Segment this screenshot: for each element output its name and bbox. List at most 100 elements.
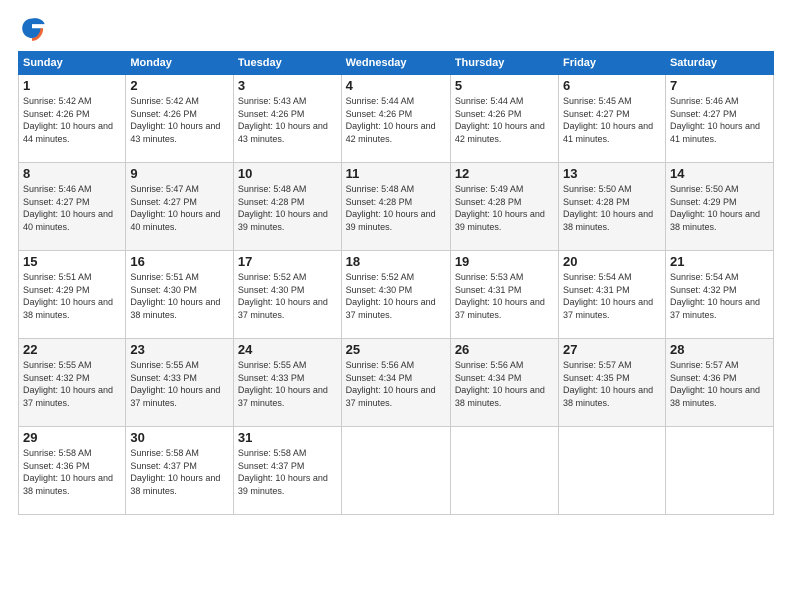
day-info: Sunrise: 5:51 AMSunset: 4:30 PMDaylight:… [130,272,220,320]
day-number: 4 [346,78,446,93]
calendar-cell: 11 Sunrise: 5:48 AMSunset: 4:28 PMDaylig… [341,163,450,251]
day-number: 27 [563,342,661,357]
day-info: Sunrise: 5:42 AMSunset: 4:26 PMDaylight:… [130,96,220,144]
calendar-cell: 17 Sunrise: 5:52 AMSunset: 4:30 PMDaylig… [233,251,341,339]
day-info: Sunrise: 5:43 AMSunset: 4:26 PMDaylight:… [238,96,328,144]
day-number: 15 [23,254,121,269]
day-number: 13 [563,166,661,181]
day-info: Sunrise: 5:44 AMSunset: 4:26 PMDaylight:… [346,96,436,144]
day-number: 11 [346,166,446,181]
day-number: 12 [455,166,554,181]
day-number: 6 [563,78,661,93]
calendar-header-cell: Saturday [665,52,773,75]
day-info: Sunrise: 5:49 AMSunset: 4:28 PMDaylight:… [455,184,545,232]
header [18,15,774,43]
page: SundayMondayTuesdayWednesdayThursdayFrid… [0,0,792,612]
day-info: Sunrise: 5:48 AMSunset: 4:28 PMDaylight:… [346,184,436,232]
day-number: 7 [670,78,769,93]
calendar-cell: 16 Sunrise: 5:51 AMSunset: 4:30 PMDaylig… [126,251,234,339]
calendar-week-row: 8 Sunrise: 5:46 AMSunset: 4:27 PMDayligh… [19,163,774,251]
calendar-cell: 21 Sunrise: 5:54 AMSunset: 4:32 PMDaylig… [665,251,773,339]
logo-icon [18,15,46,43]
calendar-cell: 6 Sunrise: 5:45 AMSunset: 4:27 PMDayligh… [559,75,666,163]
calendar-cell: 13 Sunrise: 5:50 AMSunset: 4:28 PMDaylig… [559,163,666,251]
day-info: Sunrise: 5:52 AMSunset: 4:30 PMDaylight:… [346,272,436,320]
day-info: Sunrise: 5:56 AMSunset: 4:34 PMDaylight:… [346,360,436,408]
day-number: 31 [238,430,337,445]
calendar-cell: 20 Sunrise: 5:54 AMSunset: 4:31 PMDaylig… [559,251,666,339]
day-info: Sunrise: 5:57 AMSunset: 4:36 PMDaylight:… [670,360,760,408]
day-info: Sunrise: 5:58 AMSunset: 4:37 PMDaylight:… [130,448,220,496]
day-number: 5 [455,78,554,93]
calendar-cell: 12 Sunrise: 5:49 AMSunset: 4:28 PMDaylig… [450,163,558,251]
calendar-cell: 31 Sunrise: 5:58 AMSunset: 4:37 PMDaylig… [233,427,341,515]
day-number: 22 [23,342,121,357]
calendar-cell: 25 Sunrise: 5:56 AMSunset: 4:34 PMDaylig… [341,339,450,427]
calendar-body: 1 Sunrise: 5:42 AMSunset: 4:26 PMDayligh… [19,75,774,515]
calendar-cell: 19 Sunrise: 5:53 AMSunset: 4:31 PMDaylig… [450,251,558,339]
calendar-week-row: 1 Sunrise: 5:42 AMSunset: 4:26 PMDayligh… [19,75,774,163]
calendar-header-cell: Wednesday [341,52,450,75]
day-info: Sunrise: 5:54 AMSunset: 4:31 PMDaylight:… [563,272,653,320]
day-number: 9 [130,166,229,181]
day-info: Sunrise: 5:51 AMSunset: 4:29 PMDaylight:… [23,272,113,320]
day-number: 26 [455,342,554,357]
day-number: 21 [670,254,769,269]
day-number: 10 [238,166,337,181]
day-number: 17 [238,254,337,269]
calendar-week-row: 29 Sunrise: 5:58 AMSunset: 4:36 PMDaylig… [19,427,774,515]
calendar-header-cell: Tuesday [233,52,341,75]
calendar-cell: 22 Sunrise: 5:55 AMSunset: 4:32 PMDaylig… [19,339,126,427]
calendar-week-row: 22 Sunrise: 5:55 AMSunset: 4:32 PMDaylig… [19,339,774,427]
calendar-cell: 27 Sunrise: 5:57 AMSunset: 4:35 PMDaylig… [559,339,666,427]
day-info: Sunrise: 5:46 AMSunset: 4:27 PMDaylight:… [23,184,113,232]
day-number: 8 [23,166,121,181]
day-info: Sunrise: 5:58 AMSunset: 4:37 PMDaylight:… [238,448,328,496]
calendar-header-cell: Friday [559,52,666,75]
calendar-cell: 28 Sunrise: 5:57 AMSunset: 4:36 PMDaylig… [665,339,773,427]
calendar-cell: 18 Sunrise: 5:52 AMSunset: 4:30 PMDaylig… [341,251,450,339]
day-info: Sunrise: 5:57 AMSunset: 4:35 PMDaylight:… [563,360,653,408]
day-number: 30 [130,430,229,445]
calendar-cell: 7 Sunrise: 5:46 AMSunset: 4:27 PMDayligh… [665,75,773,163]
calendar-cell: 14 Sunrise: 5:50 AMSunset: 4:29 PMDaylig… [665,163,773,251]
day-number: 28 [670,342,769,357]
calendar-cell: 1 Sunrise: 5:42 AMSunset: 4:26 PMDayligh… [19,75,126,163]
calendar-cell: 5 Sunrise: 5:44 AMSunset: 4:26 PMDayligh… [450,75,558,163]
day-number: 2 [130,78,229,93]
calendar-cell: 9 Sunrise: 5:47 AMSunset: 4:27 PMDayligh… [126,163,234,251]
day-info: Sunrise: 5:45 AMSunset: 4:27 PMDaylight:… [563,96,653,144]
day-info: Sunrise: 5:56 AMSunset: 4:34 PMDaylight:… [455,360,545,408]
logo [18,15,50,43]
day-info: Sunrise: 5:55 AMSunset: 4:32 PMDaylight:… [23,360,113,408]
day-number: 18 [346,254,446,269]
day-number: 23 [130,342,229,357]
day-info: Sunrise: 5:50 AMSunset: 4:28 PMDaylight:… [563,184,653,232]
day-info: Sunrise: 5:53 AMSunset: 4:31 PMDaylight:… [455,272,545,320]
day-info: Sunrise: 5:50 AMSunset: 4:29 PMDaylight:… [670,184,760,232]
calendar-cell [665,427,773,515]
day-info: Sunrise: 5:54 AMSunset: 4:32 PMDaylight:… [670,272,760,320]
day-number: 24 [238,342,337,357]
calendar-cell: 2 Sunrise: 5:42 AMSunset: 4:26 PMDayligh… [126,75,234,163]
calendar-cell: 10 Sunrise: 5:48 AMSunset: 4:28 PMDaylig… [233,163,341,251]
day-info: Sunrise: 5:55 AMSunset: 4:33 PMDaylight:… [238,360,328,408]
calendar-cell: 8 Sunrise: 5:46 AMSunset: 4:27 PMDayligh… [19,163,126,251]
day-info: Sunrise: 5:48 AMSunset: 4:28 PMDaylight:… [238,184,328,232]
day-number: 25 [346,342,446,357]
calendar-cell: 15 Sunrise: 5:51 AMSunset: 4:29 PMDaylig… [19,251,126,339]
calendar-cell: 29 Sunrise: 5:58 AMSunset: 4:36 PMDaylig… [19,427,126,515]
calendar-cell: 26 Sunrise: 5:56 AMSunset: 4:34 PMDaylig… [450,339,558,427]
calendar-cell [559,427,666,515]
calendar-cell: 30 Sunrise: 5:58 AMSunset: 4:37 PMDaylig… [126,427,234,515]
day-number: 19 [455,254,554,269]
calendar-cell: 4 Sunrise: 5:44 AMSunset: 4:26 PMDayligh… [341,75,450,163]
calendar-header-cell: Monday [126,52,234,75]
calendar-header-cell: Thursday [450,52,558,75]
calendar-cell [450,427,558,515]
calendar-cell: 23 Sunrise: 5:55 AMSunset: 4:33 PMDaylig… [126,339,234,427]
day-number: 16 [130,254,229,269]
day-info: Sunrise: 5:58 AMSunset: 4:36 PMDaylight:… [23,448,113,496]
day-info: Sunrise: 5:55 AMSunset: 4:33 PMDaylight:… [130,360,220,408]
calendar-header-row: SundayMondayTuesdayWednesdayThursdayFrid… [19,52,774,75]
